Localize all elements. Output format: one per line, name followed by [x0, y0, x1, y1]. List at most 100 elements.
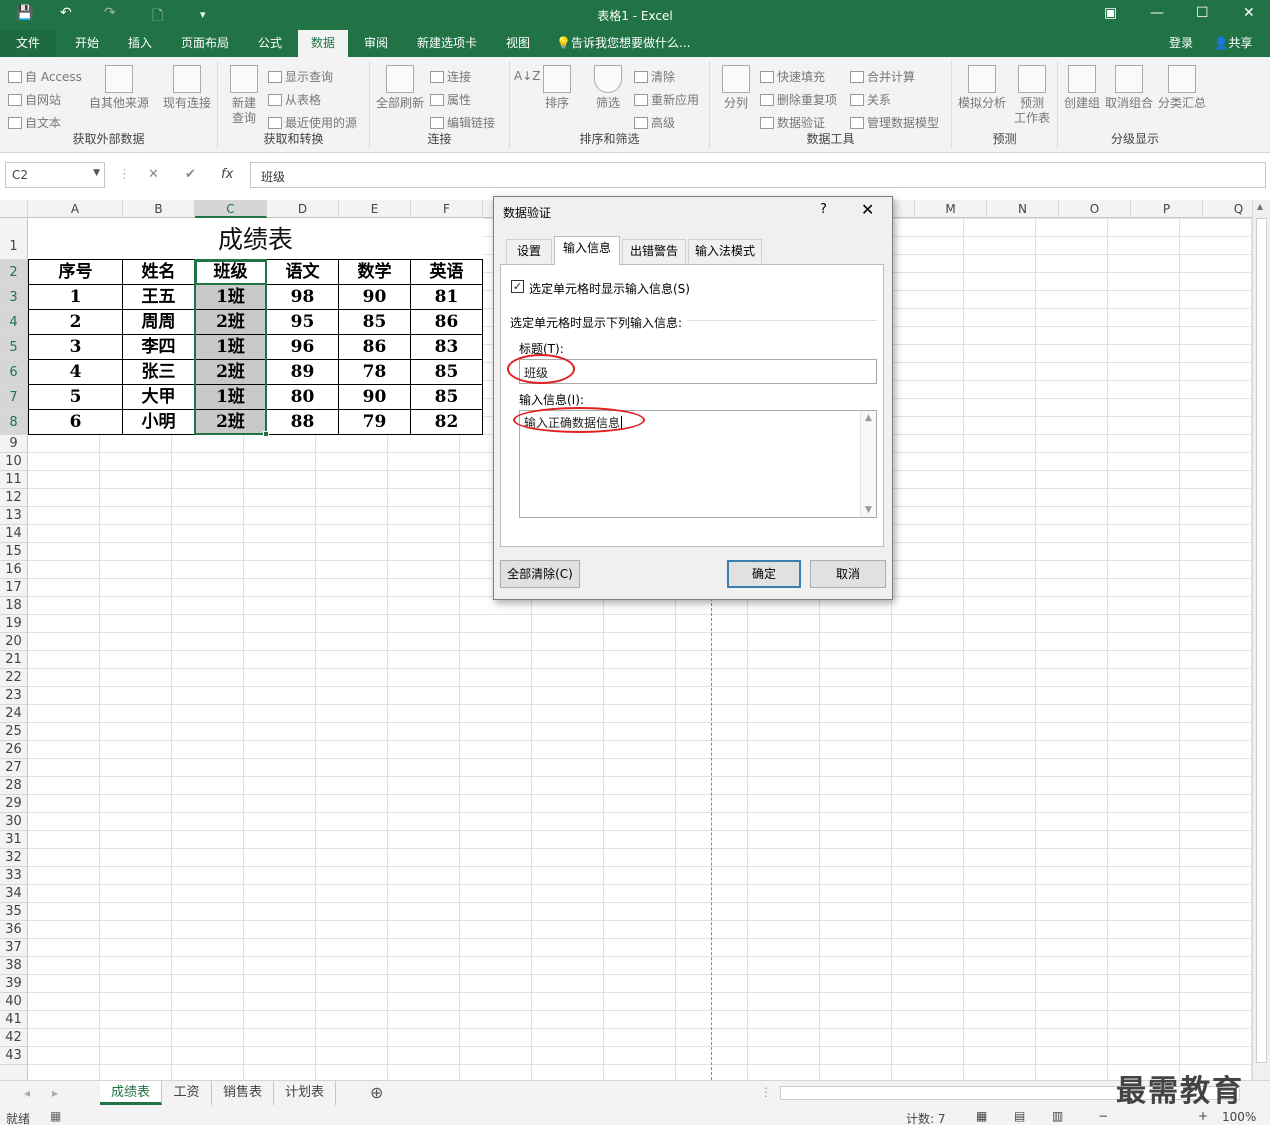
filter-button[interactable]: 筛选	[588, 65, 628, 111]
column-header-d[interactable]: D	[267, 200, 339, 218]
row-header[interactable]: 30	[0, 813, 27, 831]
table-header-cell[interactable]: 数学	[339, 260, 411, 285]
column-header-c[interactable]: C	[195, 200, 267, 218]
table-cell[interactable]: 2班	[195, 360, 267, 385]
table-cell[interactable]: 李四	[123, 335, 195, 360]
row-header[interactable]: 37	[0, 939, 27, 957]
row-header[interactable]: 36	[0, 921, 27, 939]
row-header[interactable]: 33	[0, 867, 27, 885]
consolidate-button[interactable]: 合并计算	[850, 68, 915, 85]
row-header[interactable]: 7	[0, 385, 27, 410]
select-all-corner[interactable]	[0, 200, 28, 218]
row-header[interactable]: 25	[0, 723, 27, 741]
table-cell[interactable]: 周周	[123, 310, 195, 335]
row-header[interactable]: 12	[0, 489, 27, 507]
tab-input-message[interactable]: 输入信息	[554, 236, 620, 265]
tab-new-tab[interactable]: 新建选项卡	[406, 30, 488, 57]
table-cell[interactable]: 2	[28, 310, 123, 335]
table-cell[interactable]: 86	[339, 335, 411, 360]
page-layout-view-icon[interactable]: ▤	[1014, 1109, 1025, 1123]
row-header[interactable]: 28	[0, 777, 27, 795]
sort-button[interactable]: 排序	[538, 65, 576, 111]
signin-link[interactable]: 登录	[1160, 30, 1202, 57]
table-header-cell[interactable]: 语文	[267, 260, 339, 285]
table-cell[interactable]: 96	[267, 335, 339, 360]
row-header[interactable]: 35	[0, 903, 27, 921]
table-cell[interactable]: 2班	[195, 410, 267, 435]
table-cell[interactable]: 3	[28, 335, 123, 360]
zoom-level[interactable]: 100%	[1222, 1110, 1256, 1124]
row-header[interactable]: 42	[0, 1029, 27, 1047]
row-header[interactable]: 4	[0, 310, 27, 335]
row-header[interactable]: 17	[0, 579, 27, 597]
table-cell[interactable]: 98	[267, 285, 339, 310]
table-cell[interactable]: 90	[339, 385, 411, 410]
other-sources-button[interactable]: 自其他来源	[88, 65, 150, 111]
tab-settings[interactable]: 设置	[506, 239, 552, 263]
tab-home[interactable]: 开始	[62, 30, 112, 57]
scroll-thumb[interactable]	[1256, 218, 1267, 1063]
maximize-icon[interactable]: ☐	[1196, 5, 1209, 21]
row-header[interactable]: 1	[0, 218, 27, 260]
forecast-sheet-button[interactable]: 预测 工作表	[1010, 65, 1054, 126]
text-to-columns-button[interactable]: 分列	[716, 65, 756, 111]
fill-handle[interactable]	[263, 431, 269, 437]
row-header[interactable]: 43	[0, 1047, 27, 1065]
next-sheet-icon[interactable]: ▸	[52, 1086, 58, 1100]
show-input-checkbox[interactable]: ✓	[511, 280, 524, 293]
reapply-button[interactable]: 重新应用	[634, 91, 699, 108]
from-access-button[interactable]: 自 Access	[8, 68, 82, 85]
table-cell[interactable]: 89	[267, 360, 339, 385]
table-cell[interactable]: 80	[267, 385, 339, 410]
new-query-button[interactable]: 新建 查询	[224, 65, 264, 126]
tab-formulas[interactable]: 公式	[246, 30, 294, 57]
edit-links-button[interactable]: 编辑链接	[430, 114, 495, 131]
ungroup-button[interactable]: 取消组合	[1104, 65, 1154, 111]
tell-me-search[interactable]: 💡告诉我您想要做什么...	[556, 30, 716, 57]
row-header[interactable]: 3	[0, 285, 27, 310]
close-icon[interactable]: ✕	[1243, 5, 1255, 21]
table-header-cell[interactable]: 班级	[195, 260, 267, 285]
tab-review[interactable]: 审阅	[352, 30, 400, 57]
table-header-cell[interactable]: 序号	[28, 260, 123, 285]
column-header-n[interactable]: N	[987, 200, 1059, 218]
vertical-scrollbar[interactable]: ▲	[1252, 200, 1270, 1080]
row-header[interactable]: 16	[0, 561, 27, 579]
table-cell[interactable]: 小明	[123, 410, 195, 435]
refresh-all-button[interactable]: 全部刷新	[374, 65, 426, 111]
row-header[interactable]: 10	[0, 453, 27, 471]
table-header-cell[interactable]: 英语	[411, 260, 483, 285]
cancel-button[interactable]: 取消	[810, 560, 886, 588]
ok-button[interactable]: 确定	[727, 560, 801, 588]
subtotal-button[interactable]: 分类汇总	[1156, 65, 1208, 111]
sort-az-button[interactable]: A↓Z	[514, 69, 540, 84]
row-header[interactable]: 39	[0, 975, 27, 993]
from-table-button[interactable]: 从表格	[268, 91, 321, 108]
row-header[interactable]: 32	[0, 849, 27, 867]
tab-error-alert[interactable]: 出错警告	[622, 239, 686, 263]
row-header[interactable]: 14	[0, 525, 27, 543]
scroll-up-icon[interactable]: ▲	[1257, 202, 1263, 211]
share-button[interactable]: 👤共享	[1206, 30, 1260, 57]
table-header-cell[interactable]: 姓名	[123, 260, 195, 285]
confirm-entry-icon[interactable]: ✔	[185, 167, 196, 182]
table-cell[interactable]: 78	[339, 360, 411, 385]
split-icon[interactable]: ⋮	[760, 1085, 772, 1099]
row-header[interactable]: 38	[0, 957, 27, 975]
row-header[interactable]: 2	[0, 260, 27, 285]
zoom-in-icon[interactable]: +	[1198, 1109, 1208, 1123]
flash-fill-button[interactable]: 快速填充	[760, 68, 825, 85]
what-if-button[interactable]: 模拟分析	[956, 65, 1008, 111]
table-cell[interactable]: 90	[339, 285, 411, 310]
prev-sheet-icon[interactable]: ◂	[24, 1086, 30, 1100]
row-header[interactable]: 21	[0, 651, 27, 669]
name-box[interactable]: C2 ▼	[5, 162, 105, 188]
tab-data[interactable]: 数据	[298, 30, 348, 57]
from-web-button[interactable]: 自网站	[8, 91, 61, 108]
table-cell[interactable]: 大甲	[123, 385, 195, 410]
advanced-filter-button[interactable]: 高级	[634, 114, 675, 131]
row-header[interactable]: 6	[0, 360, 27, 385]
row-header[interactable]: 19	[0, 615, 27, 633]
row-header[interactable]: 29	[0, 795, 27, 813]
row-header[interactable]: 22	[0, 669, 27, 687]
